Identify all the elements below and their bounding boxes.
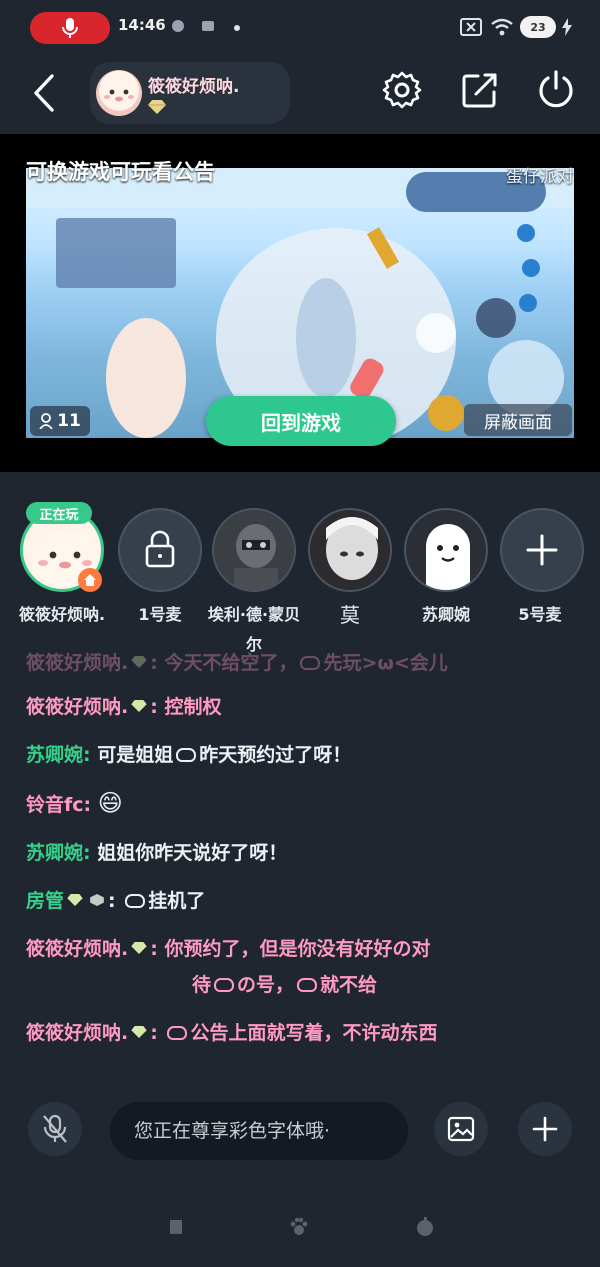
chat-list: 筱筱好烦呐.: 今天不给空了， 先玩>ω<会儿 筱筱好烦呐.: 控制权 苏卿婉: …: [26, 648, 586, 1066]
host-name: 筱筱好烦呐.: [148, 77, 240, 97]
chat-message[interactable]: 苏卿婉: 姐姐你昨天说好了呀！: [26, 838, 586, 868]
chat-username[interactable]: 苏卿婉:: [26, 842, 91, 864]
plus-icon: [526, 534, 558, 566]
chat-message[interactable]: 苏卿婉: 可是姐姐 昨天预约过了呀！: [26, 740, 586, 770]
diamond-badge-icon: [131, 700, 147, 712]
plus-icon: [532, 1116, 558, 1142]
cat-emoji-icon: [167, 1026, 188, 1040]
seat-3-avatar-art: [310, 510, 390, 590]
block-screen-button[interactable]: 屏蔽画面: [464, 404, 572, 436]
chat-input-wrapper[interactable]: [110, 1102, 408, 1160]
chat-text: 今天不给空了，: [164, 652, 298, 674]
chat-message[interactable]: 筱筱好烦呐.: 今天不给空了， 先玩>ω<会儿: [26, 648, 586, 678]
diamond-badge-icon: [67, 894, 83, 906]
cat-emoji-icon: [214, 978, 235, 992]
lock-icon: [145, 530, 175, 568]
chat-username[interactable]: 铃音fc:: [26, 794, 91, 816]
more-button[interactable]: [518, 1102, 572, 1156]
diamond-badge-icon: [131, 942, 147, 954]
seat-label-1: 1号麦: [138, 605, 182, 624]
chat-text: 公告上面就写着，不许动东西: [190, 1022, 438, 1044]
seat-label-4: 苏卿婉: [421, 605, 470, 624]
chat-text: 控制权: [164, 696, 222, 718]
battery-icon: 23: [520, 16, 556, 38]
input-bar: [0, 1098, 600, 1168]
image-icon: [447, 1116, 475, 1142]
chat-username[interactable]: 苏卿婉:: [26, 744, 91, 766]
ghost-avatar-art: [426, 524, 470, 590]
chat-message[interactable]: 铃音fc: 😄: [26, 788, 586, 820]
chat-username[interactable]: 筱筱好烦呐.: [26, 938, 128, 960]
app-notify-icon-2: [202, 21, 214, 31]
share-icon[interactable]: [458, 68, 502, 112]
cat-emoji-icon: [300, 656, 321, 670]
seat-2-avatar[interactable]: [212, 508, 296, 592]
viewer-count-value: 11: [57, 411, 81, 431]
status-time: 14:46: [118, 16, 166, 34]
diamond-badge-icon: [131, 656, 147, 668]
mic-muted-icon: [43, 1114, 67, 1143]
seat-label-5: 5号麦: [518, 605, 562, 624]
battery-level: 23: [530, 20, 546, 34]
back-to-game-button[interactable]: 回到游戏: [206, 396, 396, 446]
chat-text: 你预约了，但是你没有好好の对: [164, 938, 431, 960]
nav-recent-icon[interactable]: [414, 1216, 436, 1238]
seat-5-empty[interactable]: [500, 508, 584, 592]
chat-username[interactable]: 筱筱好烦呐.: [26, 696, 128, 718]
seat-1-locked[interactable]: [118, 508, 202, 592]
host-info[interactable]: 筱筱好烦呐.: [90, 62, 290, 124]
diamond-badge-icon: [148, 100, 166, 114]
dot-icon: [234, 25, 240, 31]
chat-username[interactable]: 筱筱好烦呐.: [26, 1022, 128, 1044]
cat-emoji-icon: [125, 894, 146, 908]
chat-username[interactable]: 房管: [26, 890, 64, 912]
chat-text-2: 昨天预约过了呀！: [199, 744, 352, 766]
diamond-badge-icon: [131, 1026, 147, 1038]
screen-cast-icon: [460, 18, 482, 36]
chat-message[interactable]: 筱筱好烦呐.: 你预约了，但是你没有好好の对 待の号， 就不给: [26, 934, 586, 1000]
wifi-icon: [491, 18, 513, 36]
seat-4-avatar[interactable]: [404, 508, 488, 592]
app-notify-icon: [172, 20, 184, 32]
host-avatar: [96, 70, 142, 116]
home-icon: [78, 568, 102, 592]
person-icon: [39, 413, 53, 429]
playing-tag: 正在玩: [26, 502, 92, 524]
back-icon[interactable]: [28, 70, 64, 116]
chat-text: 可是姐姐: [97, 744, 174, 766]
charging-icon: [562, 18, 572, 36]
cat-emoji-icon: [176, 748, 197, 762]
mic-toggle-button[interactable]: [28, 1102, 82, 1156]
seat-label-3: 莫: [340, 603, 360, 627]
chat-message[interactable]: 筱筱好烦呐.: 控制权: [26, 692, 586, 722]
game-stream-panel: 可换游戏可玩看公告 蛋仔派对 11 回到游戏 屏蔽画面: [0, 134, 600, 472]
image-button[interactable]: [434, 1102, 488, 1156]
video-overlay: 11 回到游戏 屏蔽画面: [26, 168, 574, 446]
seat-label-host: 筱筱好烦呐.: [18, 605, 106, 624]
chat-text-line-2: 待の号， 就不给: [192, 974, 378, 996]
mic-recording-indicator[interactable]: [30, 12, 110, 44]
grin-emoji-icon: 😄: [97, 789, 123, 817]
system-nav-bar: [0, 1200, 600, 1260]
chat-message[interactable]: 房管: 挂机了: [26, 886, 586, 916]
chat-text: 姐姐你昨天说好了呀！: [97, 842, 288, 864]
nav-back-icon[interactable]: [166, 1216, 188, 1238]
chat-input[interactable]: [110, 1102, 408, 1160]
seat-3-avatar[interactable]: [308, 508, 392, 592]
gear-icon[interactable]: [380, 68, 424, 112]
paw-icon[interactable]: [288, 1216, 310, 1238]
room-header: 筱筱好烦呐.: [0, 58, 600, 134]
chat-username[interactable]: 筱筱好烦呐.: [26, 652, 128, 674]
status-bar: 14:46 23: [0, 0, 600, 58]
viewer-count[interactable]: 11: [30, 406, 90, 436]
chat-message[interactable]: 筱筱好烦呐.: 公告上面就写着，不许动东西: [26, 1018, 586, 1048]
power-icon[interactable]: [534, 68, 578, 112]
seat-2-avatar-art: [214, 510, 294, 590]
admin-badge-icon: [90, 894, 104, 906]
mic-recording-icon: [62, 18, 78, 38]
chat-text: 挂机了: [148, 890, 206, 912]
mic-seats: 正在玩 筱筱好烦呐. 1号麦 埃利·德·蒙贝尔 莫 苏卿婉 5号麦: [0, 500, 600, 654]
cat-emoji-icon: [297, 978, 318, 992]
chat-text-2: 先玩>ω<会儿: [323, 652, 448, 674]
